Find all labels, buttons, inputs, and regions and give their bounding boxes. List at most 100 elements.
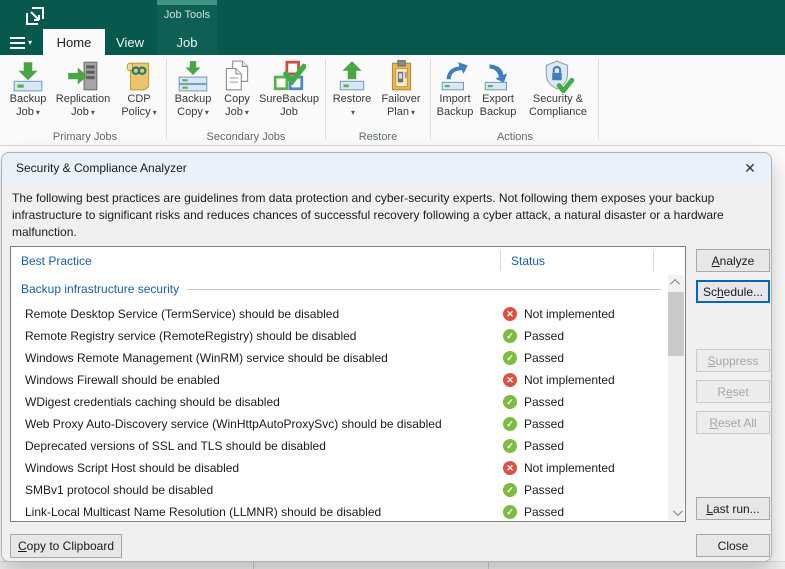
best-practice-table: Best Practice Status Backup infrastructu… <box>10 246 686 522</box>
status-failed-icon <box>503 461 517 475</box>
status-text: Not implemented <box>524 307 615 321</box>
backup-job-icon <box>13 62 43 92</box>
best-practice-text: Deprecated versions of SSL and TLS shoul… <box>25 439 326 453</box>
security-compliance-analyzer-dialog: Security & Compliance Analyzer ✕ The fol… <box>1 152 772 562</box>
table-rows: Remote Desktop Service (TermService) sho… <box>11 303 667 523</box>
group-label-restore: Restore <box>358 131 398 143</box>
scrollbar-thumb[interactable] <box>668 292 684 356</box>
copy-job-button[interactable]: Copy Job ▾ <box>216 55 258 119</box>
status-passed-icon <box>503 483 517 497</box>
backup-copy-icon <box>178 61 208 92</box>
table-row[interactable]: WDigest credentials caching should be di… <box>11 391 667 413</box>
security-compliance-icon <box>545 60 575 93</box>
status-text: Passed <box>524 439 565 453</box>
best-practice-text: Windows Script Host should be disabled <box>25 461 240 475</box>
last-run-button[interactable]: Last run... <box>696 497 770 520</box>
status-text: Passed <box>524 483 565 497</box>
status-text: Not implemented <box>524 461 615 475</box>
ribbon-separator <box>166 59 167 139</box>
status-text: Not implemented <box>524 373 615 387</box>
backup-job-button[interactable]: Backup Job ▾ <box>5 55 51 119</box>
group-label-secondary-jobs: Secondary Jobs <box>206 131 286 143</box>
cdp-policy-icon <box>126 62 150 91</box>
export-backup-button[interactable]: Export Backup <box>476 55 520 119</box>
table-scrollbar[interactable] <box>668 275 684 520</box>
dialog-description: The following best practices are guideli… <box>12 191 724 239</box>
table-row[interactable]: SMBv1 protocol should be disabled Passed <box>11 479 667 501</box>
background-window-strip <box>0 561 785 569</box>
scroll-up-icon[interactable] <box>668 275 684 290</box>
chevron-down-icon: ▾ <box>204 108 209 117</box>
close-icon[interactable]: ✕ <box>735 156 765 180</box>
status-text: Passed <box>524 329 565 343</box>
status-passed-icon <box>503 329 517 343</box>
surebackup-job-icon <box>273 60 306 91</box>
close-button[interactable]: Close <box>696 534 770 557</box>
copy-to-clipboard-button[interactable]: Copy to Clipboard <box>10 534 122 558</box>
main-menu-button[interactable]: ▾ <box>10 36 36 50</box>
surebackup-job-button[interactable]: SureBackup Job <box>258 55 320 119</box>
status-passed-icon <box>503 351 517 365</box>
app-icon[interactable] <box>24 5 46 27</box>
cdp-policy-button[interactable]: CDP Policy ▾ <box>115 55 163 119</box>
ribbon-group-secondary-jobs: Backup Copy ▾ Copy Job ▾ SureBackup Job … <box>170 55 322 145</box>
reset-button: Reset <box>696 380 770 403</box>
failover-plan-button[interactable]: Failover Plan ▾ <box>375 55 427 119</box>
ribbon-tab-band: ▾ Job Tools Home View Job <box>0 0 785 55</box>
table-row[interactable]: Link-Local Multicast Name Resolution (LL… <box>11 501 667 523</box>
replication-job-button[interactable]: Replication Job ▾ <box>51 55 115 119</box>
contextual-group-label: Job Tools <box>163 9 211 21</box>
replication-job-icon <box>68 61 98 91</box>
ribbon-separator <box>598 59 599 139</box>
table-row[interactable]: Windows Firewall should be enabled Not i… <box>11 369 667 391</box>
table-row[interactable]: Windows Script Host should be disabled N… <box>11 457 667 479</box>
suppress-button: Suppress <box>696 349 770 372</box>
status-passed-icon <box>503 395 517 409</box>
ribbon-body: Backup Job ▾ Replication Job ▾ CDP Polic… <box>0 55 785 146</box>
status-failed-icon <box>503 373 517 387</box>
status-passed-icon <box>503 505 517 519</box>
tab-view[interactable]: View <box>107 29 153 55</box>
table-row[interactable]: Deprecated versions of SSL and TLS shoul… <box>11 435 667 457</box>
backup-copy-button[interactable]: Backup Copy ▾ <box>170 55 216 119</box>
hamburger-icon <box>10 36 25 50</box>
restore-button[interactable]: Restore ▾ <box>329 55 375 119</box>
ribbon-separator <box>430 59 431 139</box>
ribbon-group-actions: Import Backup Export Backup Security & C… <box>434 55 596 145</box>
scroll-down-icon[interactable] <box>668 505 684 520</box>
security-compliance-button[interactable]: Security & Compliance <box>520 55 596 119</box>
background-window-sliver <box>772 146 785 569</box>
best-practice-text: Windows Firewall should be enabled <box>25 373 220 387</box>
table-row[interactable]: Windows Remote Management (WinRM) servic… <box>11 347 667 369</box>
veeam-window: ▾ Job Tools Home View Job Backup Job ▾ R… <box>0 0 785 569</box>
column-header-best-practice[interactable]: Best Practice <box>21 247 92 275</box>
tab-home[interactable]: Home <box>43 29 105 55</box>
schedule-button[interactable]: Schedule... <box>696 280 770 303</box>
import-backup-button[interactable]: Import Backup <box>434 55 476 119</box>
table-row[interactable]: Web Proxy Auto-Discovery service (WinHtt… <box>11 413 667 435</box>
chevron-down-icon: ▾ <box>411 108 416 117</box>
chevron-down-icon: ▾ <box>350 108 355 117</box>
group-label-primary-jobs: Primary Jobs <box>52 131 118 143</box>
table-row[interactable]: Remote Registry service (RemoteRegistry)… <box>11 325 667 347</box>
analyze-button[interactable]: Analyze <box>696 249 770 272</box>
table-group-header: Backup infrastructure security <box>11 275 665 303</box>
reset-all-button: Reset All <box>696 411 770 434</box>
status-failed-icon <box>503 307 517 321</box>
table-row[interactable]: Remote Desktop Service (TermService) sho… <box>11 303 667 325</box>
table-header: Best Practice Status <box>11 247 685 275</box>
import-backup-icon <box>441 62 468 91</box>
chevron-down-icon: ▾ <box>35 108 40 117</box>
status-text: Passed <box>524 417 565 431</box>
status-passed-icon <box>503 417 517 431</box>
column-header-status[interactable]: Status <box>511 247 545 275</box>
chevron-down-icon: ▾ <box>90 108 95 117</box>
restore-icon <box>339 61 365 91</box>
tab-job[interactable]: Job <box>157 29 217 55</box>
export-backup-icon <box>484 64 508 91</box>
dialog-title: Security & Compliance Analyzer <box>16 161 187 175</box>
best-practice-text: Windows Remote Management (WinRM) servic… <box>25 351 388 365</box>
ribbon-separator <box>325 59 326 139</box>
best-practice-text: Remote Desktop Service (TermService) sho… <box>25 307 340 321</box>
group-label-actions: Actions <box>496 131 534 143</box>
